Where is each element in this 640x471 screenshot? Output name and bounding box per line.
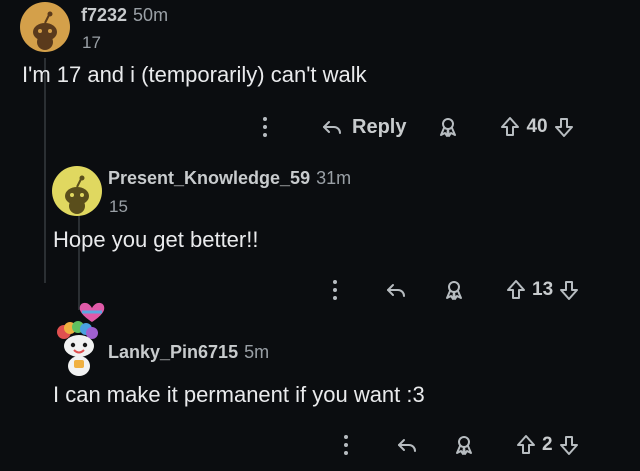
username[interactable]: f7232 50m — [81, 5, 168, 26]
username[interactable]: Lanky_Pin6715 5m — [108, 342, 269, 363]
award-icon[interactable] — [436, 115, 460, 139]
vote-count: 2 — [542, 434, 553, 455]
vote-count: 13 — [532, 279, 554, 300]
more-options-icon[interactable] — [332, 279, 338, 301]
username-text[interactable]: f7232 — [81, 5, 127, 25]
downvote-arrow-icon[interactable] — [552, 115, 576, 139]
avatar[interactable] — [52, 300, 107, 378]
more-options-icon[interactable] — [343, 434, 349, 456]
timestamp: 31m — [316, 168, 352, 188]
downvote-arrow-icon[interactable] — [557, 433, 581, 457]
reply-arrow-icon[interactable] — [384, 278, 408, 302]
avatar[interactable] — [52, 166, 102, 216]
thread-line — [44, 58, 46, 283]
username-text[interactable]: Present_Knowledge_59 — [108, 168, 310, 188]
comment-actions: 2 — [343, 430, 581, 460]
snoo-avatar-icon — [33, 11, 57, 50]
reply-label: Reply — [352, 115, 407, 138]
comment-actions: 13 — [332, 275, 581, 305]
username-text[interactable]: Lanky_Pin6715 — [108, 342, 238, 362]
award-icon[interactable] — [452, 433, 476, 457]
downvote-arrow-icon[interactable] — [557, 278, 581, 302]
reply-button[interactable]: Reply — [320, 115, 406, 139]
upvote-arrow-icon[interactable] — [504, 278, 528, 302]
snoo-avatar-icon — [65, 175, 89, 214]
comment-body: Hope you get better!! — [53, 227, 259, 252]
comment-body: I'm 17 and i (temporarily) can't walk — [22, 62, 367, 87]
timestamp: 5m — [244, 342, 270, 362]
comment-actions: Reply 40 — [262, 112, 576, 142]
upvote-arrow-icon[interactable] — [498, 115, 522, 139]
upvote-arrow-icon[interactable] — [514, 433, 538, 457]
vote-count: 40 — [526, 116, 548, 137]
user-flair: 15 — [109, 197, 128, 216]
username[interactable]: Present_Knowledge_59 31m — [108, 168, 351, 189]
reply-arrow-icon — [320, 115, 344, 139]
more-options-icon[interactable] — [262, 116, 268, 138]
snoo-avatar-icon — [57, 302, 105, 376]
award-icon[interactable] — [442, 278, 466, 302]
comment-body: I can make it permanent if you want :3 — [53, 382, 425, 407]
avatar[interactable] — [20, 2, 70, 52]
user-flair: 17 — [82, 33, 101, 52]
reply-arrow-icon[interactable] — [395, 433, 419, 457]
timestamp: 50m — [133, 5, 169, 25]
